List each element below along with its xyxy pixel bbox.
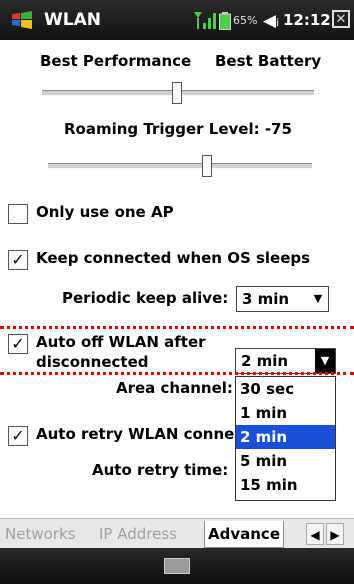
dropdown-option[interactable]: 1 min [236, 401, 335, 425]
dropdown-option[interactable]: 15 min [236, 473, 335, 497]
tab-networks[interactable]: Networks [2, 521, 78, 547]
annotation-dotted-line-bottom [0, 372, 354, 375]
tab-ip-address[interactable]: IP Address [96, 521, 180, 547]
tab-scroll-right-icon[interactable]: ▶ [326, 523, 344, 545]
auto-retry-checkbox[interactable]: ✓ [8, 426, 28, 446]
keyboard-icon[interactable] [164, 558, 190, 574]
area-channel-label: Area channel: [116, 379, 233, 397]
windows-start-icon[interactable] [10, 10, 34, 30]
auto-off-combo[interactable]: 2 min ▼ [235, 348, 336, 374]
auto-off-label-line1: Auto off WLAN after [36, 333, 206, 351]
roaming-trigger-label: Roaming Trigger Level: -75 [64, 120, 292, 138]
keep-connected-checkbox[interactable]: ✓ [8, 250, 28, 270]
roaming-slider-thumb[interactable] [202, 155, 212, 177]
auto-off-value: 2 min [241, 352, 289, 370]
close-icon[interactable]: ✕ [332, 10, 350, 28]
window-title: WLAN [44, 10, 101, 30]
best-battery-label: Best Battery [215, 52, 322, 70]
keep-alive-combo[interactable]: 3 min ▼ [236, 286, 329, 312]
dropdown-option-selected[interactable]: 2 min [236, 425, 335, 449]
only-one-ap-label: Only use one AP [36, 203, 174, 221]
battery-icon[interactable] [219, 12, 231, 30]
chevron-down-icon[interactable]: ▼ [315, 349, 335, 373]
battery-percent: 65% [233, 14, 258, 27]
best-performance-label: Best Performance [40, 52, 192, 70]
annotation-dotted-line-top [0, 326, 354, 329]
auto-retry-time-label: Auto retry time: [92, 461, 229, 479]
dropdown-option[interactable]: 5 min [236, 449, 335, 473]
keep-connected-label: Keep connected when OS sleeps [36, 249, 311, 267]
volume-icon[interactable]: ◀ᵢ [263, 11, 279, 31]
roaming-slider-track[interactable] [48, 163, 312, 169]
clock[interactable]: 12:12 [283, 11, 331, 29]
signal-icon[interactable] [191, 9, 217, 31]
only-one-ap-checkbox[interactable] [8, 204, 28, 224]
tab-scroll-left-icon[interactable]: ◀ [306, 523, 324, 545]
auto-off-dropdown-list: 30 sec 1 min 2 min 5 min 15 min [235, 376, 336, 501]
wlan-settings-screen: WLAN 65% ◀ᵢ 12:12 ✕ Best Performance Bes… [0, 0, 354, 584]
tab-advance[interactable]: Advance [204, 521, 284, 548]
chevron-down-icon[interactable]: ▼ [308, 287, 328, 311]
keep-alive-label: Periodic keep alive: [62, 289, 229, 307]
dropdown-option[interactable]: 30 sec [236, 377, 335, 401]
power-slider-thumb[interactable] [172, 82, 182, 104]
keep-alive-value: 3 min [242, 290, 290, 308]
auto-retry-label: Auto retry WLAN conne [36, 425, 235, 443]
auto-off-checkbox[interactable]: ✓ [8, 334, 28, 354]
auto-off-label-line2: disconnected [36, 353, 149, 371]
title-bar: WLAN 65% ◀ᵢ 12:12 ✕ [0, 0, 354, 40]
bottom-menu-bar [0, 548, 354, 584]
tab-bar: Networks IP Address Advance ◀ ▶ [0, 518, 354, 549]
